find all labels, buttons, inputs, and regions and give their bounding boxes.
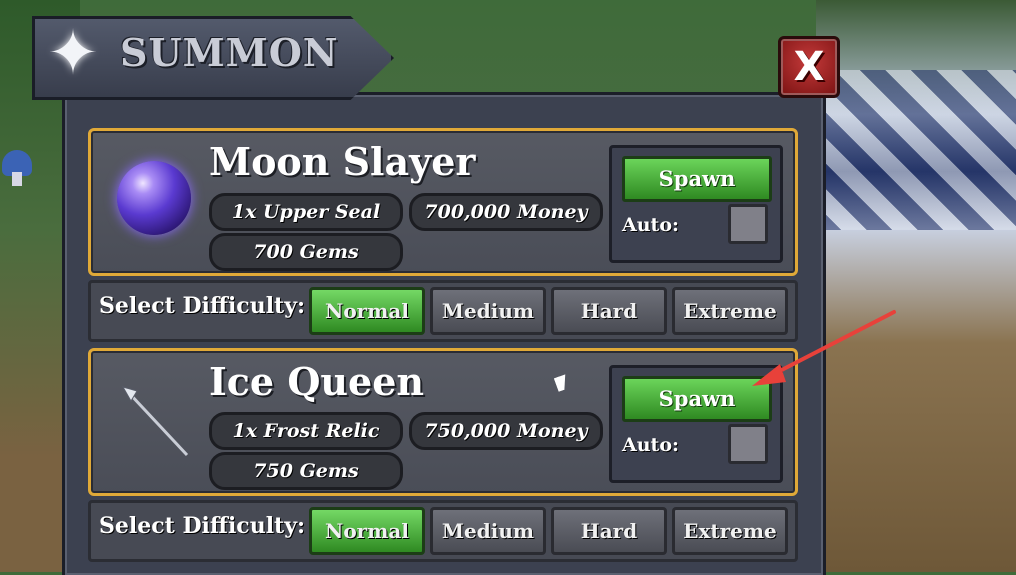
difficulty-extreme-button[interactable]: Extreme <box>672 507 788 555</box>
cost-item: 1x Frost Relic <box>209 412 403 450</box>
scene-mushroom <box>2 150 32 186</box>
difficulty-hard-button[interactable]: Hard <box>551 507 667 555</box>
summon-title: SUMMON <box>120 30 339 75</box>
difficulty-hard-button[interactable]: Hard <box>551 287 667 335</box>
difficulty-normal-button[interactable]: Normal <box>309 287 425 335</box>
spear-icon <box>121 386 189 457</box>
auto-checkbox[interactable] <box>728 424 768 464</box>
difficulty-medium-button[interactable]: Medium <box>430 287 546 335</box>
difficulty-normal-button[interactable]: Normal <box>309 507 425 555</box>
boss-card-moon-slayer: Moon Slayer 1x Upper Seal 700,000 Money … <box>88 128 798 276</box>
auto-label: Auto: <box>622 434 680 456</box>
spawn-panel: Spawn Auto: <box>609 145 783 263</box>
auto-label: Auto: <box>622 214 680 236</box>
scene-checker-floor <box>816 70 1016 230</box>
boss-name: Moon Slayer <box>209 139 476 184</box>
cost-gems: 750 Gems <box>209 452 403 490</box>
annotation-arrow-icon <box>752 310 896 386</box>
cost-money: 750,000 Money <box>409 412 603 450</box>
difficulty-row: Select Difficulty: Normal Medium Hard Ex… <box>88 500 798 562</box>
sparkle-star-icon: ✦ <box>47 16 99 89</box>
cost-money: 700,000 Money <box>409 193 603 231</box>
spawn-button[interactable]: Spawn <box>622 156 772 202</box>
boss-card-ice-queen: Ice Queen 1x Frost Relic 750,000 Money 7… <box>88 348 798 496</box>
purple-orb-icon <box>117 161 191 235</box>
difficulty-label: Select Difficulty: <box>99 293 306 319</box>
difficulty-label: Select Difficulty: <box>99 513 306 539</box>
auto-checkbox[interactable] <box>728 204 768 244</box>
close-button[interactable]: X <box>778 36 840 98</box>
cost-item: 1x Upper Seal <box>209 193 403 231</box>
boss-name: Ice Queen <box>209 359 425 404</box>
difficulty-medium-button[interactable]: Medium <box>430 507 546 555</box>
cost-gems: 700 Gems <box>209 233 403 271</box>
difficulty-row: Select Difficulty: Normal Medium Hard Ex… <box>88 280 798 342</box>
